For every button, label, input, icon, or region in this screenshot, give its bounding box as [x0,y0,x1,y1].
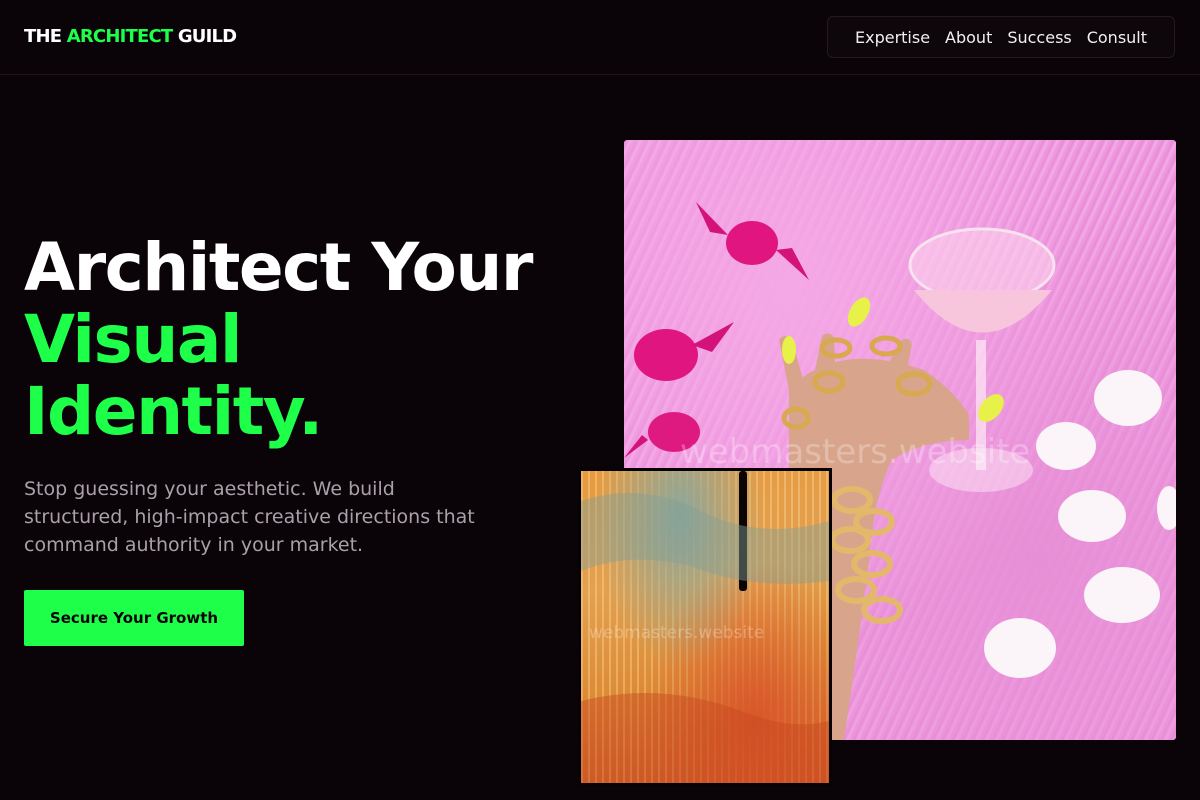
hero-photo-abstract-art: webmasters.website [578,468,832,786]
hero-subtitle: Stop guessing your aesthetic. We build s… [24,478,475,556]
hero-title: Architect Your Visual Identity. [24,232,584,448]
logo-guild: GUILD [172,26,237,47]
logo-architect: ARCHITECT [66,26,173,47]
main-nav: Expertise About Success Consult [827,16,1175,58]
nav-about[interactable]: About [945,28,992,47]
nav-expertise[interactable]: Expertise [855,28,930,47]
secure-growth-button[interactable]: Secure Your Growth [24,590,244,646]
hero-title-line-3: Identity. [24,373,323,450]
candy-1 [696,202,809,280]
hero-title-line-1: Architect Your [24,229,533,306]
nav-consult[interactable]: Consult [1087,28,1147,47]
hero-title-line-2: Visual [24,301,242,378]
candy-2 [634,322,734,381]
petals [984,370,1176,678]
nav-success[interactable]: Success [1007,28,1071,47]
watermark-main: webmasters.website [680,432,1031,472]
logo-the: THE [24,26,67,47]
site-header: THE ARCHITECT GUILD Expertise About Succ… [0,0,1200,75]
logo[interactable]: THE ARCHITECT GUILD [24,26,237,47]
watermark-art: webmasters.website [589,623,765,643]
